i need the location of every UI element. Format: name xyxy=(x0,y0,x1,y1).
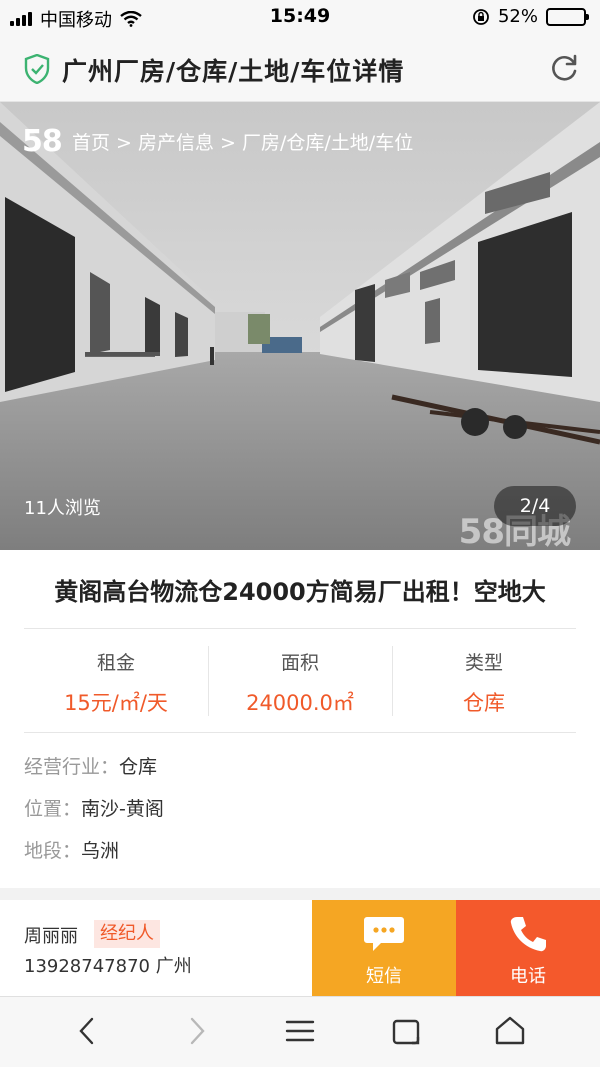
menu-icon[interactable] xyxy=(282,1013,318,1049)
stat-label: 租金 xyxy=(96,652,135,674)
tabs-icon[interactable] xyxy=(388,1013,424,1049)
stat-type: 类型 仓库 xyxy=(392,630,576,730)
call-button[interactable]: 电话 xyxy=(456,900,600,996)
stat-value: 24000.0㎡ xyxy=(246,691,354,715)
58-logo: 58 xyxy=(22,124,63,159)
section-gap xyxy=(0,888,600,900)
detail-row-district: 地段：乌洲 xyxy=(24,836,164,878)
detail-row-industry: 经营行业：仓库 xyxy=(24,752,164,794)
detail-value: 仓库 xyxy=(119,756,158,778)
page-header: 广州厂房/仓库/土地/车位详情 xyxy=(0,34,600,102)
call-label: 电话 xyxy=(510,966,546,987)
detail-key: 位置： xyxy=(24,798,82,820)
status-bar: 中国移动 15:49 52% xyxy=(0,0,600,34)
detail-value: 乌洲 xyxy=(81,840,120,862)
status-right: 52% xyxy=(472,6,589,27)
detail-key: 经营行业： xyxy=(24,756,120,778)
view-count: 11人浏览 xyxy=(24,498,101,519)
listing-stats: 租金 15元/㎡/天 面积 24000.0㎡ 类型 仓库 xyxy=(24,630,576,730)
listing-photo-carousel[interactable]: 58 首页 > 房产信息 > 厂房/仓库/土地/车位 11人浏览 58同城 2/… xyxy=(0,102,600,550)
breadcrumb[interactable]: 首页 > 房产信息 > 厂房/仓库/土地/车位 xyxy=(72,128,413,155)
stat-label: 面积 xyxy=(280,652,319,674)
detail-value: 南沙-黄阁 xyxy=(81,798,164,820)
stat-area: 面积 24000.0㎡ xyxy=(208,630,392,730)
sms-label: 短信 xyxy=(366,966,402,987)
divider xyxy=(24,628,576,629)
detail-row-location: 位置：南沙-黄阁 xyxy=(24,794,164,836)
divider xyxy=(24,732,576,733)
page-title: 广州厂房/仓库/土地/车位详情 xyxy=(62,57,405,86)
stat-label: 类型 xyxy=(464,652,503,674)
photo-pager: 2/4 xyxy=(494,486,576,526)
phone-icon xyxy=(510,917,546,952)
stat-rent: 租金 15元/㎡/天 xyxy=(24,630,208,730)
agent-phone-city: 13928747870 广州 xyxy=(24,956,192,977)
forward-icon[interactable] xyxy=(178,1013,214,1049)
refresh-icon[interactable] xyxy=(548,52,580,84)
shield-check-icon xyxy=(24,54,50,84)
agent-badge: 经纪人 xyxy=(94,920,160,948)
listing-title: 黄阁高台物流仓24000方简易厂出租！空地大 xyxy=(54,578,546,606)
agent-name: 周丽丽 xyxy=(24,926,78,947)
stat-value: 仓库 xyxy=(463,691,505,715)
sms-button[interactable]: 短信 xyxy=(312,900,456,996)
rotation-lock-icon xyxy=(473,8,489,25)
battery-percent: 52% xyxy=(497,6,538,27)
back-icon[interactable] xyxy=(70,1013,106,1049)
battery-icon xyxy=(546,7,589,26)
warehouse-photo xyxy=(0,102,600,550)
stat-value: 15元/㎡/天 xyxy=(64,691,168,715)
browser-nav-bar xyxy=(0,996,600,1067)
message-icon xyxy=(364,917,404,951)
home-icon[interactable] xyxy=(492,1013,528,1049)
contact-bar: 周丽丽 经纪人 13928747870 广州 短信 电话 xyxy=(0,900,600,996)
listing-details: 经营行业：仓库 位置：南沙-黄阁 地段：乌洲 xyxy=(24,752,164,878)
detail-key: 地段： xyxy=(24,840,82,862)
